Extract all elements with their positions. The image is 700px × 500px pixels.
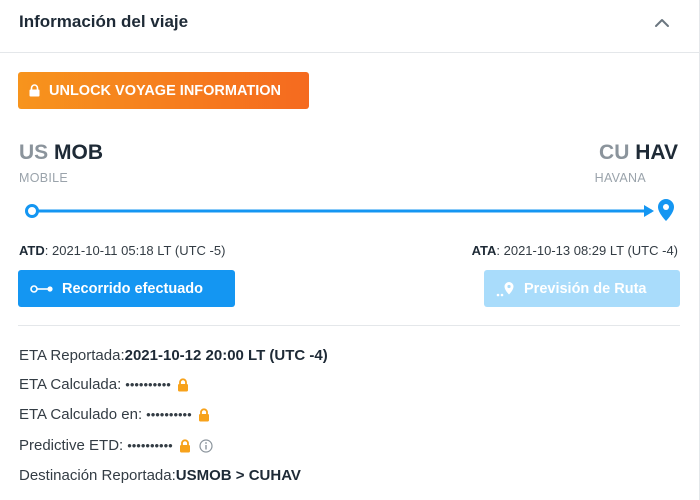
eta-reportada-row: ETA Reportada: 2021-10-12 20:00 LT (UTC … xyxy=(19,347,328,364)
eta-reportada-value: 2021-10-12 20:00 LT (UTC -4) xyxy=(124,347,328,364)
prevision-ruta-button[interactable]: Previsión de Ruta xyxy=(484,270,680,307)
recorrido-efectuado-label: Recorrido efectuado xyxy=(62,280,203,297)
origin-city: MOBILE xyxy=(19,171,69,185)
destinacion-reportada-row: Destinación Reportada: USMOB > CUHAV xyxy=(19,467,301,484)
route-forecast-icon xyxy=(496,281,516,297)
ata-label: ATA xyxy=(471,243,497,258)
eta-calculada-row: ETA Calculada: •••••••••• xyxy=(19,376,189,393)
lock-icon[interactable] xyxy=(179,438,191,453)
origin-marker-icon xyxy=(25,204,39,218)
destinacion-reportada-label: Destinación Reportada: xyxy=(19,467,176,484)
eta-calculado-en-value: •••••••••• xyxy=(146,407,192,422)
origin-country: US xyxy=(19,141,49,164)
destinacion-reportada-value: USMOB > CUHAV xyxy=(175,467,301,484)
panel-title: Información del viaje xyxy=(19,12,189,31)
unlock-voyage-button[interactable]: UNLOCK VOYAGE INFORMATION xyxy=(18,72,309,109)
origin-port: MOB xyxy=(54,141,104,164)
atd-value: : 2021-10-11 05:18 LT (UTC -5) xyxy=(44,243,226,258)
route-track-icon xyxy=(30,284,54,294)
eta-calculado-en-row: ETA Calculado en: •••••••••• xyxy=(19,406,210,423)
section-divider xyxy=(18,325,680,326)
panel-header[interactable]: Información del viaje xyxy=(0,0,700,53)
eta-calculado-en-label: ETA Calculado en: xyxy=(19,406,143,423)
destination-country: CU xyxy=(599,141,630,164)
chevron-up-icon[interactable] xyxy=(653,14,671,32)
lock-icon[interactable] xyxy=(198,407,210,422)
predictive-etd-value: •••••••••• xyxy=(127,438,173,453)
route-progress-line xyxy=(25,199,674,221)
predictive-etd-row: Predictive ETD: •••••••••• xyxy=(19,437,213,454)
eta-calculada-label: ETA Calculada: xyxy=(19,376,122,393)
info-icon[interactable] xyxy=(199,438,213,453)
ata-info: ATA: 2021-10-13 08:29 LT (UTC -4) xyxy=(472,243,678,258)
recorrido-efectuado-button[interactable]: Recorrido efectuado xyxy=(18,270,235,307)
predictive-etd-label: Predictive ETD: xyxy=(19,437,124,454)
ata-value: : 2021-10-13 08:29 LT (UTC -4) xyxy=(496,243,678,258)
eta-reportada-label: ETA Reportada: xyxy=(19,347,125,364)
voyage-info-panel: Información del viaje UNLOCK VOYAGE INFO… xyxy=(0,0,700,500)
atd-label: ATD xyxy=(19,243,45,258)
lock-icon[interactable] xyxy=(177,377,189,392)
destination-port-code: CU HAV xyxy=(599,141,678,165)
prevision-ruta-label: Previsión de Ruta xyxy=(524,280,647,297)
lock-icon xyxy=(29,84,40,97)
atd-info: ATD: 2021-10-11 05:18 LT (UTC -5) xyxy=(19,243,225,258)
origin-port-code: US MOB xyxy=(19,141,103,165)
unlock-voyage-label: UNLOCK VOYAGE INFORMATION xyxy=(49,82,282,99)
eta-calculada-value: •••••••••• xyxy=(125,377,171,392)
destination-city: HAVANA xyxy=(594,171,646,185)
destination-port: HAV xyxy=(635,141,678,164)
destination-pin-icon xyxy=(644,199,674,221)
